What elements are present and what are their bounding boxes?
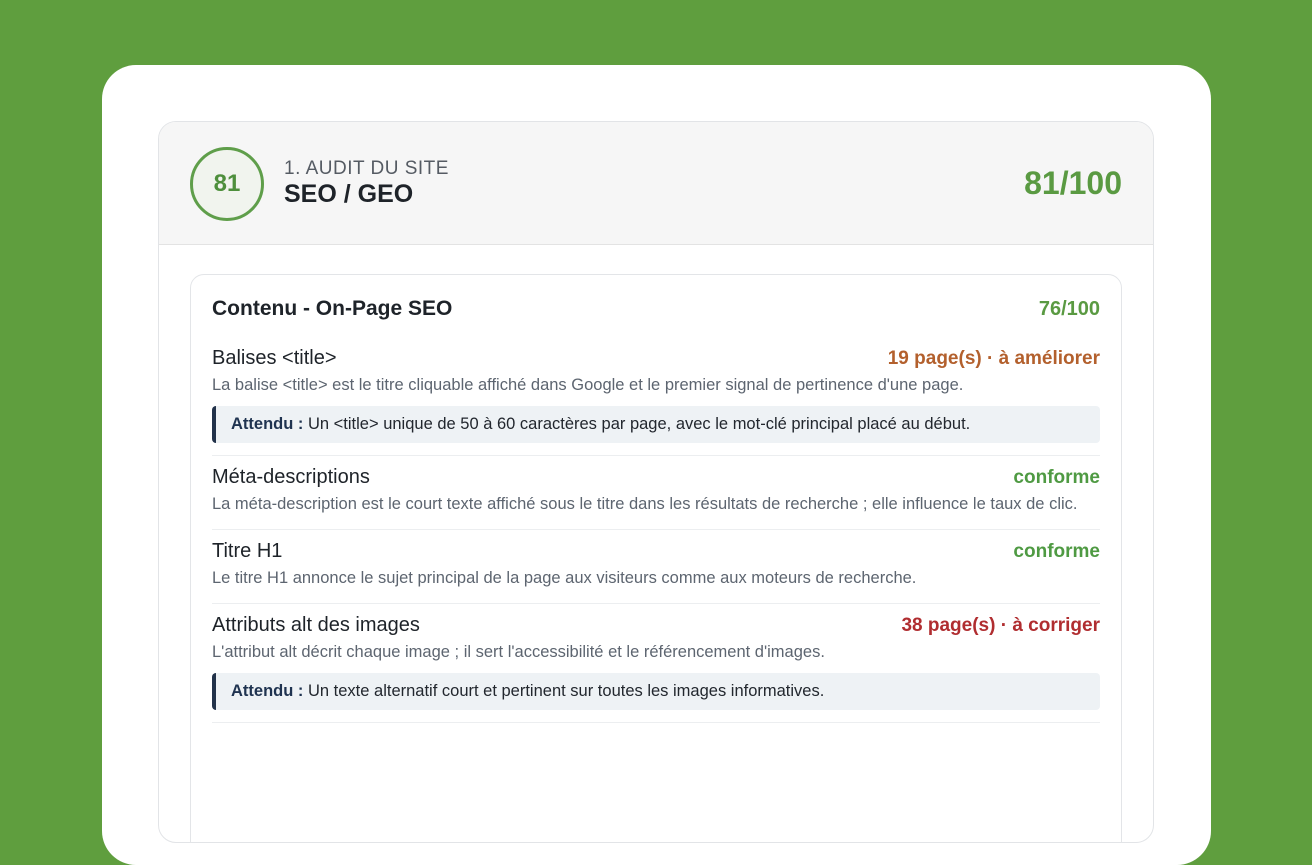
panel-header: 81 1. AUDIT DU SITE SEO / GEO 81/100 [159,122,1153,245]
item-name: Balises <title> [212,347,337,369]
audit-item-alt-attributes: Attributs alt des images 38 page(s) · à … [212,604,1100,723]
status-badge: 19 page(s) · à améliorer [887,348,1100,369]
expected-text: Un texte alternatif court et pertinent s… [303,682,825,700]
section-score: 76/100 [1038,297,1100,320]
item-description: L'attribut alt décrit chaque image ; il … [212,643,825,661]
status-badge: conforme [1013,467,1100,488]
item-description: Le titre H1 annonce le sujet principal d… [212,569,917,587]
audit-item-meta-descriptions: Méta-descriptions conforme La méta-descr… [212,456,1100,530]
report-card: 81 1. AUDIT DU SITE SEO / GEO 81/100 Con… [102,65,1211,865]
expected-label: Attendu : [231,415,304,433]
item-description: La méta-description est le court texte a… [212,495,1078,513]
status-badge: 38 page(s) · à corriger [901,615,1100,636]
audit-item-title-tags: Balises <title> 19 page(s) · à améliorer… [212,337,1100,456]
audit-panel: 81 1. AUDIT DU SITE SEO / GEO 81/100 Con… [158,121,1154,843]
section-header: Contenu - On-Page SEO 76/100 [212,297,1100,321]
item-name: Attributs alt des images [212,614,420,636]
item-name: Titre H1 [212,540,283,562]
content-section: Contenu - On-Page SEO 76/100 Balises <ti… [190,274,1122,842]
expected-label: Attendu : [231,682,304,700]
page-title: SEO / GEO [284,180,414,208]
audit-item-h1: Titre H1 conforme Le titre H1 annonce le… [212,530,1100,604]
expected-callout: Attendu : Un texte alternatif court et p… [212,673,1100,710]
total-score: 81/100 [1024,165,1122,201]
item-description: La balise <title> est le titre cliquable… [212,376,964,394]
section-title: Contenu - On-Page SEO [212,297,453,320]
score-badge: 81 [190,147,264,221]
item-name: Méta-descriptions [212,466,370,488]
audit-items: Balises <title> 19 page(s) · à améliorer… [212,337,1100,723]
section-kicker: 1. AUDIT DU SITE [284,158,449,179]
status-badge: conforme [1013,541,1100,562]
expected-text: Un <title> unique de 50 à 60 caractères … [303,415,971,433]
expected-callout: Attendu : Un <title> unique de 50 à 60 c… [212,406,1100,443]
